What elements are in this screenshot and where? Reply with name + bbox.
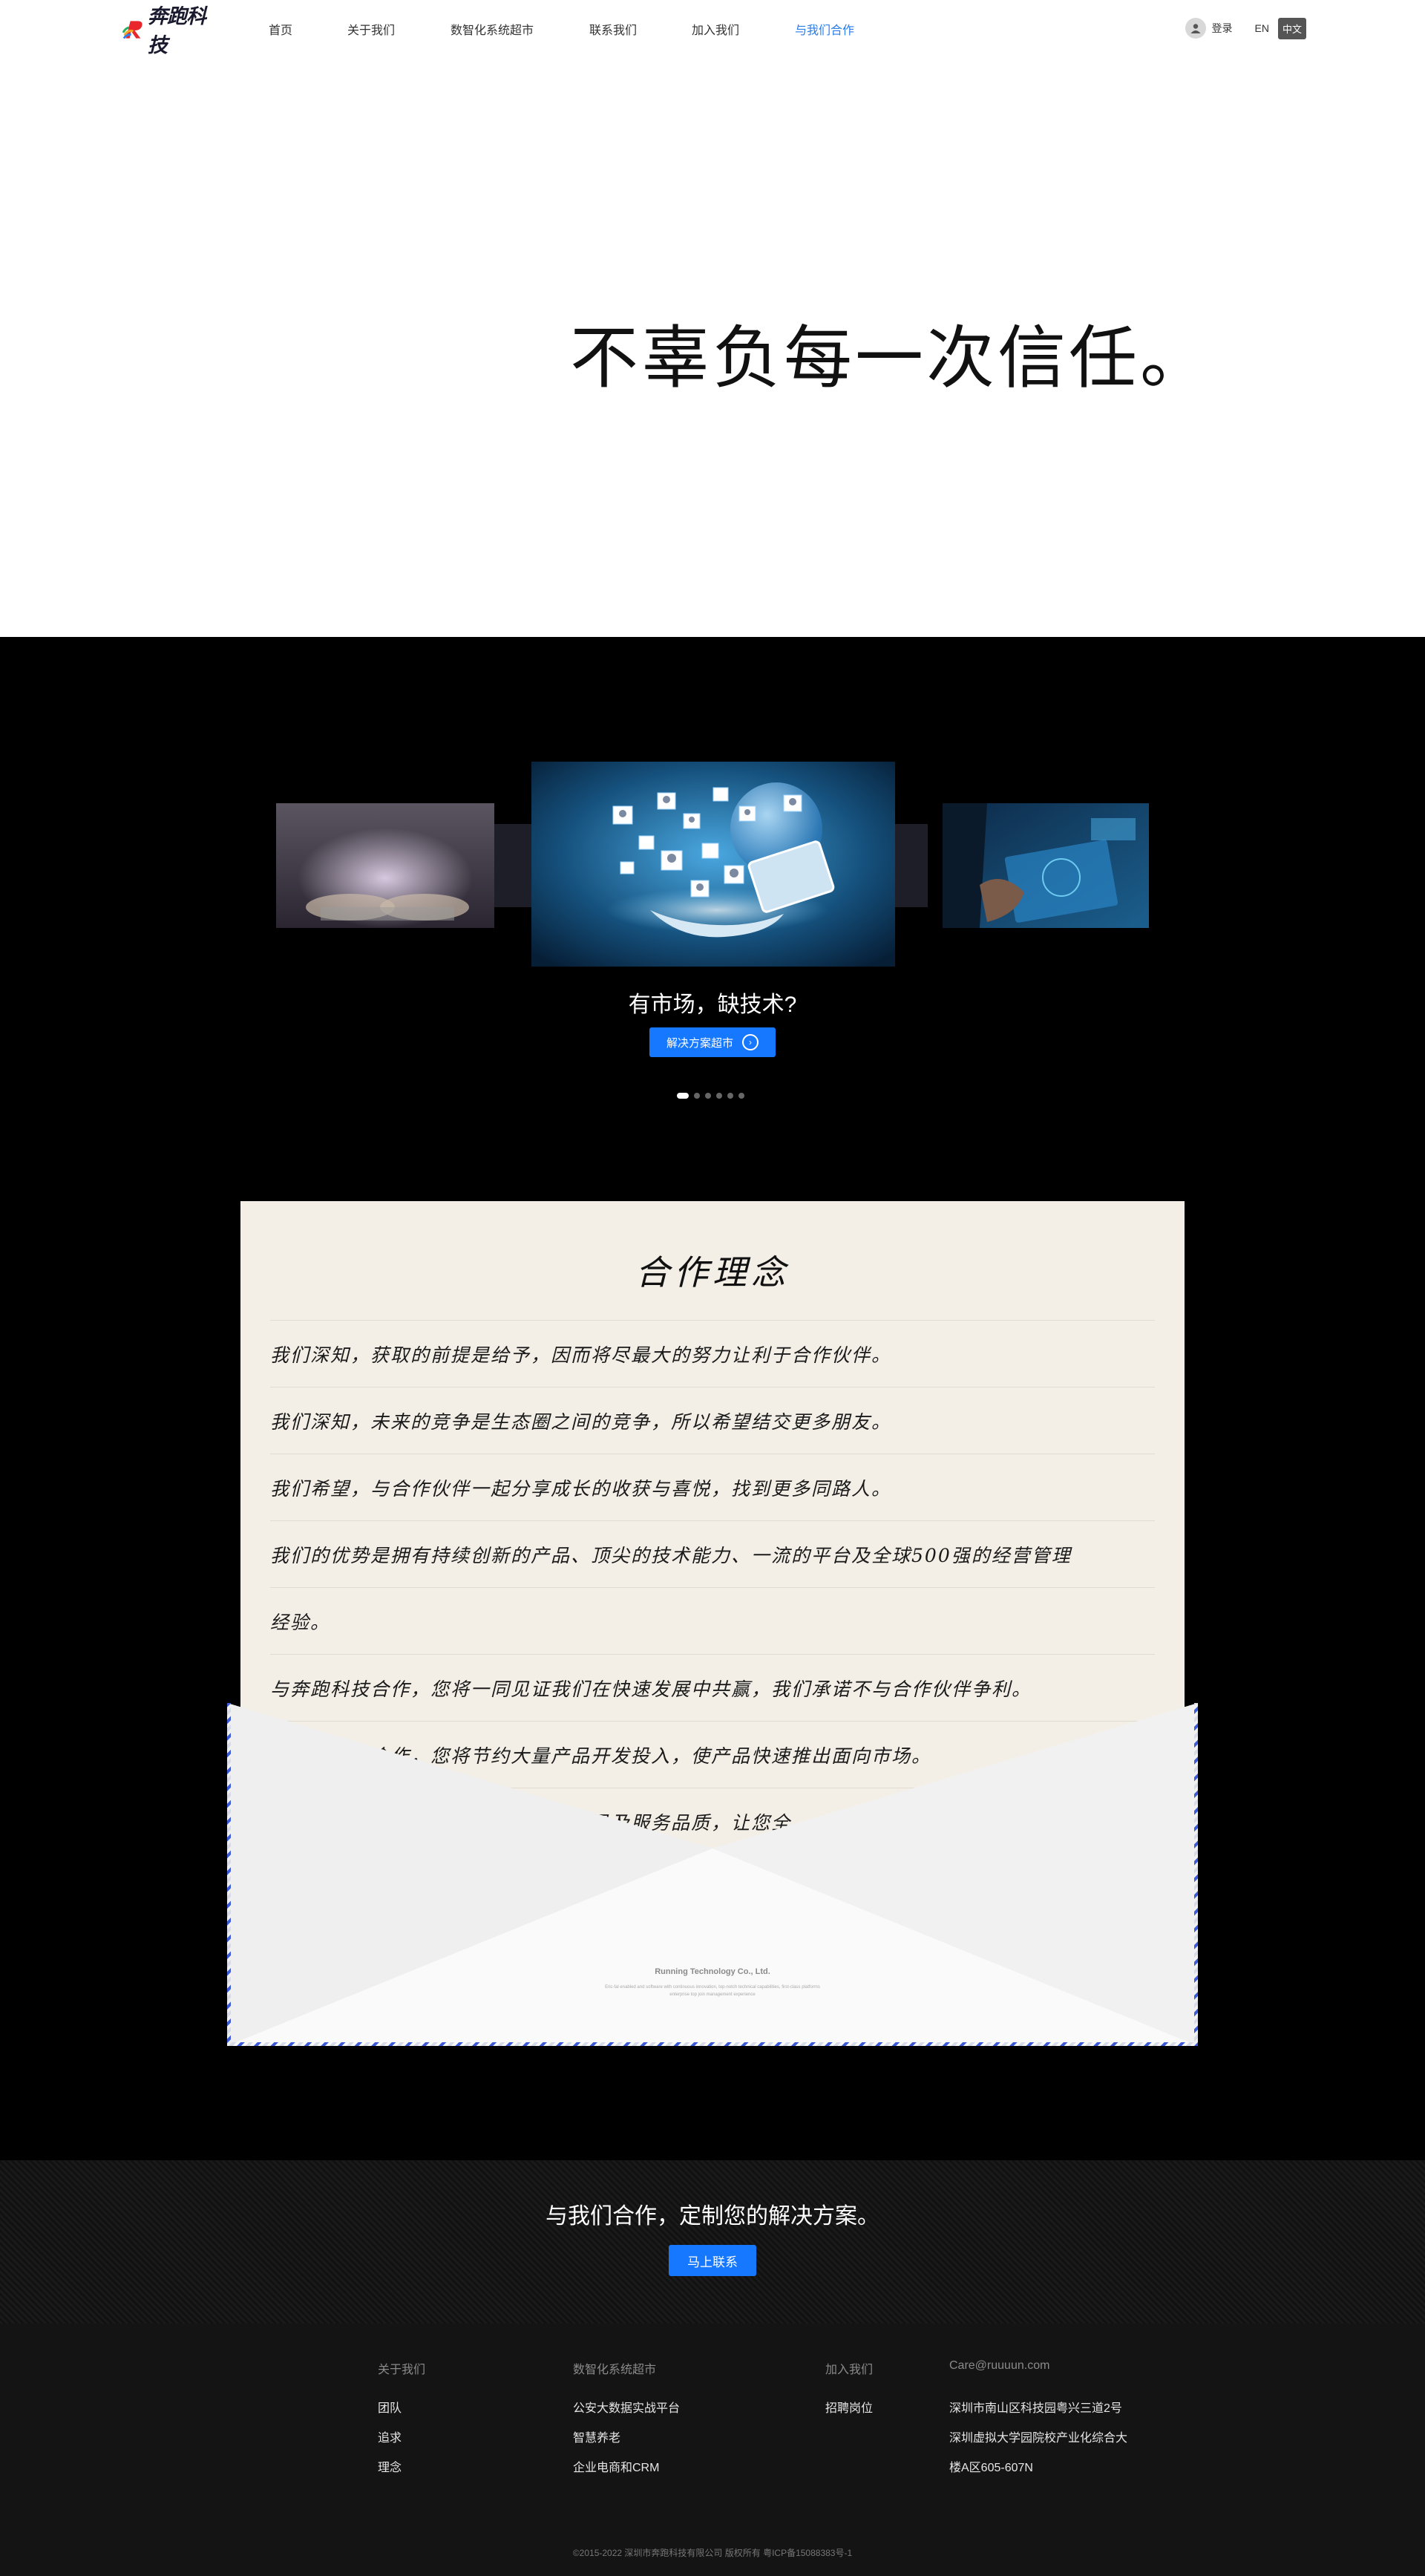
letter-line: 我们深知，获取的前提是给予，因而将尽最大的努力让利于合作伙伴。: [270, 1320, 1155, 1387]
copyright: ©2015-2022 深圳市奔跑科技有限公司 版权所有 粤ICP备1508838…: [572, 2548, 853, 2558]
footer-address-line: 深圳市南山区科技园粤兴三道2号: [949, 2402, 1122, 2415]
site-header: 奔跑科技 首页 关于我们 数智化系统超市 联系我们 加入我们 与我们合作 登录 …: [0, 0, 1425, 58]
carousel-dot[interactable]: [705, 1093, 711, 1099]
logo-mark-icon: [122, 21, 142, 39]
slide-image-active[interactable]: [531, 762, 895, 967]
footer-col-heading: 关于我们: [378, 2364, 426, 2376]
letter-line: 我们的优势是拥有持续创新的产品、顶尖的技术能力、一流的平台及全球500强的经营管…: [270, 1520, 1155, 1587]
dark-section: 有市场，缺技术? 解决方案超市 › 合作理念 我们深知，获取的前提是给予，因而将…: [0, 637, 1425, 2160]
logo[interactable]: 奔跑科技: [122, 5, 223, 56]
footer-cta-background: [0, 2160, 1425, 2324]
slide-stack-right: [895, 824, 928, 907]
footer-col-system-market: 数智化系统超市 公安大数据实战平台 智慧养老 企业电商和CRM: [573, 2359, 680, 2474]
footer-col-join: 加入我们 招聘岗位: [825, 2359, 874, 2415]
nav-contact[interactable]: 联系我们: [589, 20, 637, 38]
nav-home[interactable]: 首页: [269, 20, 292, 38]
footer-cta-text: 与我们合作，定制您的解决方案。: [546, 2204, 879, 2229]
nav-cooperate[interactable]: 与我们合作: [795, 20, 854, 38]
envelope-tagline-line: enterprise top join management experienc…: [669, 1993, 756, 1997]
footer-link-police-bigdata[interactable]: 公安大数据实战平台: [573, 2398, 680, 2416]
hero-slogan: 不辜负每一次信任。: [570, 321, 1212, 396]
envelope: Running Technology Co., Ltd. Eric-fal en…: [227, 1703, 1198, 2046]
carousel-dot[interactable]: [716, 1093, 722, 1099]
footer-link-smart-elderly[interactable]: 智慧养老: [573, 2428, 620, 2445]
footer-email[interactable]: Care@ruuuun.com: [949, 2359, 1049, 2374]
lang-en-toggle[interactable]: EN: [1255, 22, 1269, 34]
slide-stack-left: [494, 824, 531, 907]
letter-line: 我们深知，未来的竞争是生态圈之间的竞争，所以希望结交更多朋友。: [270, 1387, 1155, 1454]
envelope-company: Running Technology Co., Ltd.: [655, 1967, 770, 1976]
footer-address-line: 深圳虚拟大学园院校产业化综合大: [949, 2432, 1128, 2445]
slide-image-prev[interactable]: [276, 803, 494, 928]
carousel: 有市场，缺技术? 解决方案超市 ›: [0, 637, 1425, 1157]
slide-image-next[interactable]: [943, 803, 1149, 928]
footer-col-contact: Care@ruuuun.com 深圳市南山区科技园粤兴三道2号 深圳虚拟大学园院…: [949, 2359, 1127, 2474]
login-link[interactable]: 登录: [1212, 21, 1233, 36]
carousel-dot[interactable]: [738, 1093, 744, 1099]
footer-link-ecommerce-crm[interactable]: 企业电商和CRM: [573, 2457, 659, 2475]
envelope-tagline-line: Eric-fal enabled and software with conti…: [605, 1985, 820, 1990]
user-icon[interactable]: [1185, 18, 1206, 39]
envelope-tagline: Eric-fal enabled and software with conti…: [227, 1984, 1198, 1998]
footer-link-team[interactable]: 团队: [378, 2398, 402, 2416]
solution-market-button[interactable]: 解决方案超市 ›: [649, 1027, 776, 1057]
footer-col-about: 关于我们 团队 追求 理念: [378, 2359, 426, 2474]
footer-link-pursuit[interactable]: 追求: [378, 2428, 402, 2445]
nav-system-market[interactable]: 数智化系统超市: [451, 20, 534, 38]
carousel-dot[interactable]: [694, 1093, 700, 1099]
letter-line: 我们希望，与合作伙伴一起分享成长的收获与喜悦，找到更多同路人。: [270, 1454, 1155, 1520]
site-footer: 与我们合作，定制您的解决方案。 马上联系 关于我们 团队 追求 理念 数智化系统…: [0, 2160, 1425, 2576]
contact-now-button[interactable]: 马上联系: [669, 2245, 756, 2276]
arrow-right-icon: ›: [742, 1034, 759, 1050]
nav-about[interactable]: 关于我们: [347, 20, 395, 38]
carousel-dot[interactable]: [727, 1093, 733, 1099]
footer-link-jobs[interactable]: 招聘岗位: [825, 2398, 873, 2416]
solution-market-button-label: 解决方案超市: [666, 1036, 733, 1050]
lang-zh-toggle[interactable]: 中文: [1277, 17, 1306, 39]
letter-line: 经验。: [270, 1587, 1155, 1654]
carousel-dot[interactable]: [677, 1093, 689, 1099]
footer-col-heading: 加入我们: [825, 2364, 874, 2376]
carousel-dots: [677, 1093, 744, 1099]
slide-caption: 有市场，缺技术?: [628, 993, 797, 1017]
header-actions: 登录 EN 中文: [1185, 16, 1306, 40]
footer-link-philosophy[interactable]: 理念: [378, 2457, 402, 2475]
hero-section: 不辜负每一次信任。: [0, 58, 1425, 637]
footer-address-line: 楼A区605-607N: [949, 2462, 1033, 2474]
footer-col-heading: 数智化系统超市: [573, 2364, 657, 2376]
nav-join[interactable]: 加入我们: [692, 20, 739, 38]
logo-text: 奔跑科技: [148, 5, 206, 56]
letter-title: 合作理念: [635, 1252, 790, 1292]
